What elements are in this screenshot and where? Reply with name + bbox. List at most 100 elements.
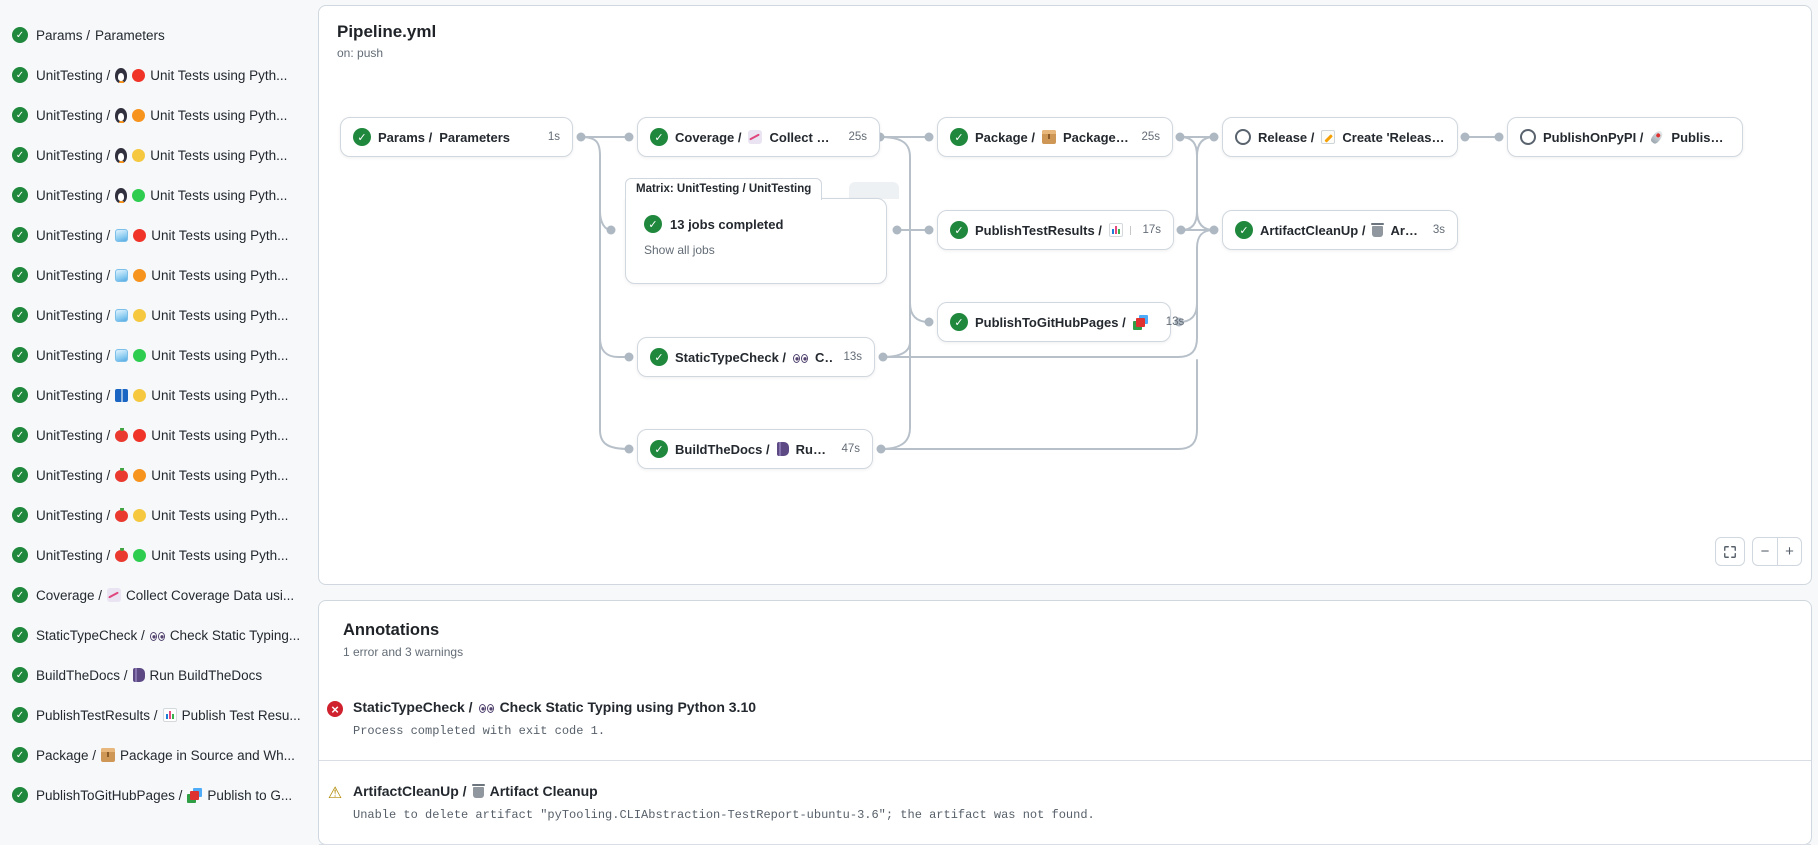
job-node-static_type_check[interactable]: StaticTypeCheck /Chec...13s	[637, 337, 875, 377]
penguin-icon	[115, 68, 127, 83]
job-prefix: UnitTesting /	[36, 188, 110, 203]
job-text: Run Buil...	[796, 442, 831, 457]
show-all-jobs-link[interactable]: Show all jobs	[644, 243, 715, 257]
annotation-job-link[interactable]: ArtifactCleanUp /Artifact Cleanup	[353, 783, 1095, 799]
success-check-icon	[12, 627, 28, 643]
job-prefix: UnitTesting /	[36, 308, 110, 323]
fullscreen-button[interactable]	[1715, 537, 1745, 566]
sidebar-job-item[interactable]: UnitTesting /Unit Tests using Pyth...	[0, 495, 312, 535]
zoom-in-button[interactable]: +	[1777, 537, 1802, 566]
sidebar-job-item[interactable]: Package /Package in Source and Wh...	[0, 735, 312, 775]
job-text: Unit Tests using Pyth...	[150, 148, 287, 163]
sidebar-job-item[interactable]: UnitTesting /Unit Tests using Pyth...	[0, 255, 312, 295]
job-node-artifact_cleanup[interactable]: ArtifactCleanUp /Artifac...3s	[1222, 210, 1458, 250]
job-text: Unit Tests using Pyth...	[150, 188, 287, 203]
job-node-publish_test_results[interactable]: PublishTestResults /Pu...17s	[937, 210, 1174, 250]
success-check-icon	[1235, 221, 1253, 239]
annotation-message: Unable to delete artifact "pyTooling.CLI…	[353, 808, 1095, 822]
job-duration: 25s	[844, 131, 867, 143]
sidebar-job-label: UnitTesting /Unit Tests using Pyth...	[36, 148, 287, 163]
sidebar-job-label: StaticTypeCheck /Check Static Typing...	[36, 628, 300, 643]
annotation-job-link[interactable]: StaticTypeCheck /Check Static Typing usi…	[353, 699, 756, 715]
sidebar-job-item[interactable]: UnitTesting /Unit Tests using Pyth...	[0, 95, 312, 135]
zoom-out-button[interactable]: −	[1752, 537, 1777, 566]
sidebar-job-label: UnitTesting /Unit Tests using Pyth...	[36, 508, 288, 523]
trash-icon	[473, 787, 484, 798]
dot-yellow-icon	[133, 389, 146, 402]
job-prefix: UnitTesting /	[36, 388, 110, 403]
dot-yellow-icon	[132, 149, 145, 162]
success-check-icon	[950, 313, 968, 331]
annotation-content: StaticTypeCheck /Check Static Typing usi…	[353, 699, 756, 738]
job-prefix: UnitTesting /	[36, 428, 110, 443]
sidebar-job-item[interactable]: Coverage / Collect Coverage Data usi...	[0, 575, 312, 615]
eyes-icon	[479, 704, 494, 713]
sidebar-job-item[interactable]: BuildTheDocs /Run BuildTheDocs	[0, 655, 312, 695]
sidebar-job-label: Coverage / Collect Coverage Data usi...	[36, 588, 294, 603]
sidebar-job-item[interactable]: UnitTesting /Unit Tests using Pyth...	[0, 455, 312, 495]
sidebar-job-item[interactable]: UnitTesting /Unit Tests using Pyth...	[0, 415, 312, 455]
job-node-params[interactable]: Params /Parameters1s	[340, 117, 573, 157]
chart-up-icon	[748, 130, 762, 144]
job-node-release[interactable]: Release /Create 'Release P...	[1222, 117, 1458, 157]
layers-icon	[187, 788, 202, 803]
apple-icon	[115, 550, 128, 562]
success-check-icon	[12, 267, 28, 283]
job-node-publish_to_ghpages[interactable]: PublishToGitHubPages /...13s	[937, 302, 1171, 342]
job-text: Collect Coverage Data usi...	[126, 588, 294, 603]
sidebar-job-item[interactable]: UnitTesting /Unit Tests using Pyth...	[0, 535, 312, 575]
sidebar-job-item[interactable]: PublishToGitHubPages /Publish to G...	[0, 775, 312, 815]
success-check-icon	[12, 307, 28, 323]
chart-up-icon	[107, 588, 121, 602]
sidebar-job-item[interactable]: PublishTestResults /Publish Test Resu...	[0, 695, 312, 735]
sidebar-job-item[interactable]: UnitTesting /Unit Tests using Pyth...	[0, 375, 312, 415]
sidebar-job-label: UnitTesting /Unit Tests using Pyth...	[36, 228, 288, 243]
success-check-icon	[12, 747, 28, 763]
job-prefix: UnitTesting /	[36, 268, 110, 283]
apple-icon	[115, 470, 128, 482]
job-prefix: StaticTypeCheck /	[675, 350, 786, 365]
pipeline-header: Pipeline.yml on: push	[337, 22, 436, 60]
workflow-file-title: Pipeline.yml	[337, 22, 436, 42]
sidebar-job-item[interactable]: UnitTesting /Unit Tests using Pyth...	[0, 335, 312, 375]
sidebar-job-label: UnitTesting /Unit Tests using Pyth...	[36, 68, 287, 83]
success-check-icon	[12, 507, 28, 523]
error-icon	[327, 701, 343, 717]
job-prefix: PublishToGitHubPages /	[975, 315, 1126, 330]
job-prefix: PublishOnPyPI /	[1543, 130, 1643, 145]
annotations-list: StaticTypeCheck /Check Static Typing usi…	[319, 677, 1811, 845]
job-node-build_the_docs[interactable]: BuildTheDocs /Run Buil...47s	[637, 429, 873, 469]
job-node-package[interactable]: Package /Package in So...25s	[937, 117, 1173, 157]
matrix-node[interactable]: 13 jobs completed Show all jobs	[625, 198, 887, 284]
sidebar-job-item[interactable]: UnitTesting / Unit Tests using Pyth...	[0, 175, 312, 215]
job-prefix: Coverage /	[36, 588, 102, 603]
sidebar-job-item[interactable]: UnitTesting /Unit Tests using Pyth...	[0, 55, 312, 95]
annotations-title: Annotations	[343, 621, 1787, 640]
success-check-icon	[12, 547, 28, 563]
window-icon	[115, 389, 128, 402]
sidebar-job-item[interactable]: UnitTesting /Unit Tests using Pyth...	[0, 295, 312, 335]
sidebar-job-label: BuildTheDocs /Run BuildTheDocs	[36, 668, 262, 683]
success-check-icon	[650, 440, 668, 458]
layers-icon	[1133, 315, 1148, 330]
job-duration: 17s	[1138, 224, 1161, 236]
job-text: Parameters	[95, 28, 165, 43]
sidebar-job-label: UnitTesting /Unit Tests using Pyth...	[36, 108, 287, 123]
penguin-icon	[115, 188, 127, 203]
sidebar-job-label: UnitTesting / Unit Tests using Pyth...	[36, 188, 287, 203]
fullscreen-icon	[1723, 545, 1737, 559]
trash-icon	[1372, 226, 1383, 237]
annotation-title-text: Artifact Cleanup	[490, 783, 598, 799]
job-node-publish_on_pypi[interactable]: PublishOnPyPI /Publish to ...	[1507, 117, 1743, 157]
sidebar-job-item[interactable]: UnitTesting /Unit Tests using Pyth...	[0, 135, 312, 175]
annotations-header: Annotations 1 error and 3 warnings	[319, 601, 1811, 677]
eyes-icon	[150, 632, 165, 641]
job-prefix: PublishTestResults /	[36, 708, 158, 723]
sidebar-job-item[interactable]: StaticTypeCheck /Check Static Typing...	[0, 615, 312, 655]
job-prefix: ArtifactCleanUp /	[1260, 223, 1365, 238]
sidebar-job-item[interactable]: UnitTesting /Unit Tests using Pyth...	[0, 215, 312, 255]
sidebar-job-item[interactable]: Params /Parameters	[0, 15, 312, 55]
job-prefix: BuildTheDocs /	[675, 442, 770, 457]
success-check-icon	[12, 667, 28, 683]
job-node-coverage[interactable]: Coverage /Collect Cove...25s	[637, 117, 880, 157]
